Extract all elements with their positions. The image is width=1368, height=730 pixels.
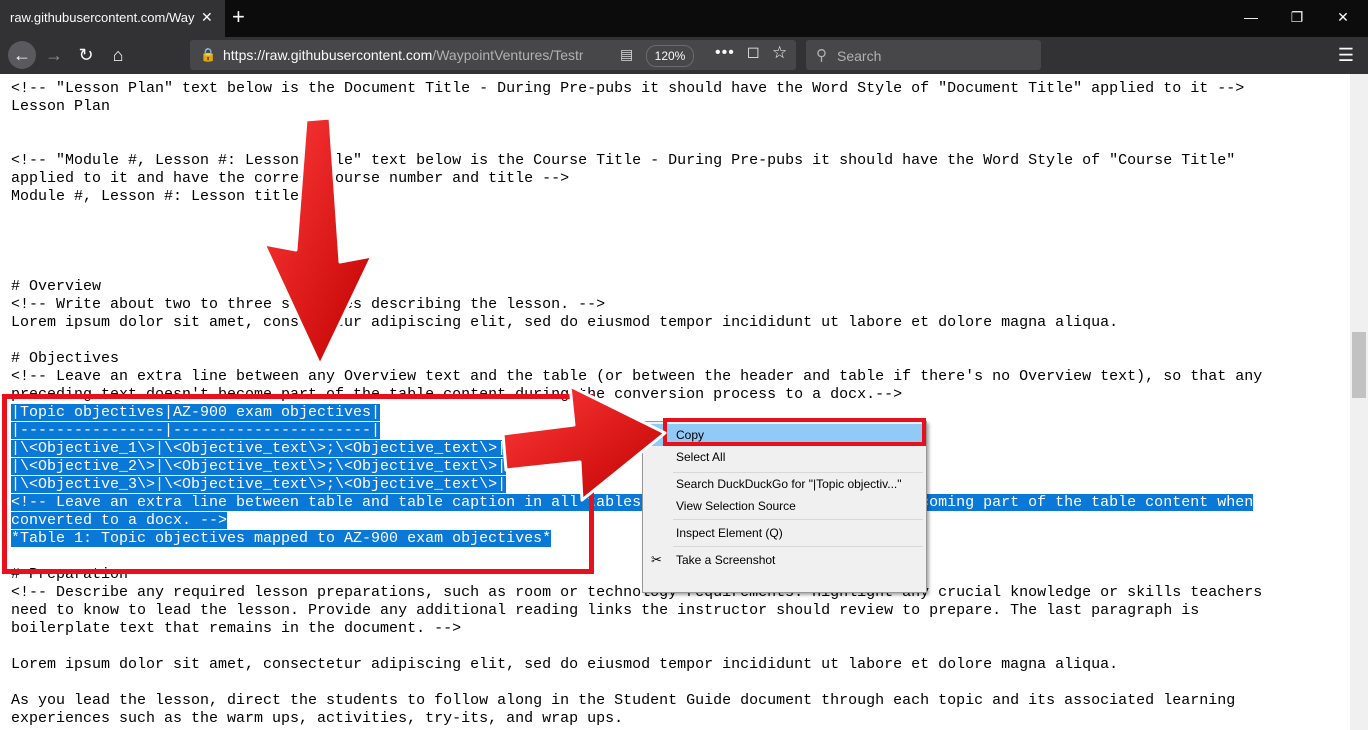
text-line[interactable]: need to know to lead the lesson. Provide… bbox=[11, 602, 1262, 620]
text-line[interactable]: Lorem ipsum dolor sit amet, consectetur … bbox=[11, 656, 1262, 674]
hamburger-menu-icon[interactable]: ☰ bbox=[1332, 41, 1360, 69]
text-line[interactable]: # Objectives bbox=[11, 350, 1262, 368]
url-bar[interactable]: 🔒 https://raw.githubusercontent.com/Wayp… bbox=[190, 40, 796, 70]
tab-title: raw.githubusercontent.com/Waypo bbox=[10, 10, 195, 25]
text-line[interactable] bbox=[11, 116, 1262, 134]
scissors-icon: ✂ bbox=[651, 552, 662, 567]
lock-icon[interactable]: 🔒 bbox=[200, 47, 216, 63]
text-line[interactable] bbox=[11, 134, 1262, 152]
new-tab-button[interactable]: + bbox=[232, 4, 245, 30]
scrollbar-thumb[interactable] bbox=[1352, 332, 1366, 398]
back-icon[interactable]: ← bbox=[8, 41, 36, 69]
menu-item-take-screenshot[interactable]: ✂ Take a Screenshot bbox=[645, 549, 924, 571]
context-menu: Copy Select All Search DuckDuckGo for "|… bbox=[642, 421, 927, 593]
search-placeholder: Search bbox=[837, 48, 882, 64]
zoom-level[interactable]: 120% bbox=[646, 45, 694, 67]
text-line[interactable] bbox=[11, 224, 1262, 242]
text-line[interactable]: experiences such as the warm ups, activi… bbox=[11, 710, 1262, 728]
search-input[interactable]: ⚲ Search bbox=[806, 40, 1041, 70]
text-line[interactable]: Lesson Plan bbox=[11, 98, 1262, 116]
text-line[interactable]: # Overview bbox=[11, 278, 1262, 296]
text-line[interactable]: boilerplate text that remains in the doc… bbox=[11, 620, 1262, 638]
text-line[interactable] bbox=[11, 260, 1262, 278]
text-line[interactable] bbox=[11, 674, 1262, 692]
text-line[interactable]: <!-- "Lesson Plan" text below is the Doc… bbox=[11, 80, 1262, 98]
reader-view-icon[interactable]: ▤ bbox=[620, 46, 633, 63]
pocket-icon[interactable]: ☐ bbox=[747, 45, 760, 62]
navigation-toolbar: ← → ↻ ⌂ 🔒 https://raw.githubusercontent.… bbox=[0, 37, 1368, 74]
text-line[interactable] bbox=[11, 332, 1262, 350]
url-text[interactable]: https://raw.githubusercontent.com/Waypoi… bbox=[223, 47, 583, 63]
text-line[interactable]: <!-- Leave an extra line between any Ove… bbox=[11, 368, 1262, 386]
text-line[interactable] bbox=[11, 242, 1262, 260]
tab-strip: raw.githubusercontent.com/Waypo ✕ + — ❐ … bbox=[0, 0, 1368, 37]
menu-item-inspect-element[interactable]: Inspect Element (Q) bbox=[645, 522, 924, 544]
bookmark-star-icon[interactable]: ☆ bbox=[772, 43, 787, 63]
menu-item-select-all[interactable]: Select All bbox=[645, 446, 924, 468]
menu-separator bbox=[673, 519, 923, 520]
maximize-icon[interactable]: ❐ bbox=[1274, 0, 1320, 34]
tab-close-icon[interactable]: ✕ bbox=[201, 9, 213, 26]
text-line[interactable]: <!-- "Module #, Lesson #: Lesson title" … bbox=[11, 152, 1262, 170]
text-line[interactable]: applied to it and have the correct cours… bbox=[11, 170, 1262, 188]
window-close-icon[interactable]: ✕ bbox=[1320, 0, 1366, 34]
text-line[interactable]: <!-- Describe any required lesson prepar… bbox=[11, 584, 1262, 602]
menu-separator bbox=[673, 546, 923, 547]
text-line[interactable] bbox=[11, 206, 1262, 224]
text-line[interactable] bbox=[11, 638, 1262, 656]
text-line[interactable]: As you lead the lesson, direct the stude… bbox=[11, 692, 1262, 710]
minimize-icon[interactable]: — bbox=[1228, 0, 1274, 34]
text-line[interactable]: Lorem ipsum dolor sit amet, consectetur … bbox=[11, 314, 1262, 332]
text-line[interactable]: <!-- Write about two to three sentences … bbox=[11, 296, 1262, 314]
browser-tab[interactable]: raw.githubusercontent.com/Waypo ✕ bbox=[0, 0, 225, 37]
copy-highlight-box bbox=[663, 418, 926, 446]
search-icon: ⚲ bbox=[816, 47, 827, 64]
home-icon[interactable]: ⌂ bbox=[104, 41, 132, 69]
selection-highlight-box bbox=[2, 394, 594, 574]
menu-item-view-selection-source[interactable]: View Selection Source bbox=[645, 495, 924, 517]
menu-item-search-duckduckgo[interactable]: Search DuckDuckGo for "|Topic objectiv..… bbox=[645, 473, 924, 495]
forward-icon[interactable]: → bbox=[40, 41, 68, 69]
reload-icon[interactable]: ↻ bbox=[72, 41, 100, 69]
page-actions-icon[interactable]: ••• bbox=[715, 44, 735, 62]
vertical-scrollbar[interactable] bbox=[1350, 74, 1368, 730]
text-line[interactable]: Module #, Lesson #: Lesson title bbox=[11, 188, 1262, 206]
